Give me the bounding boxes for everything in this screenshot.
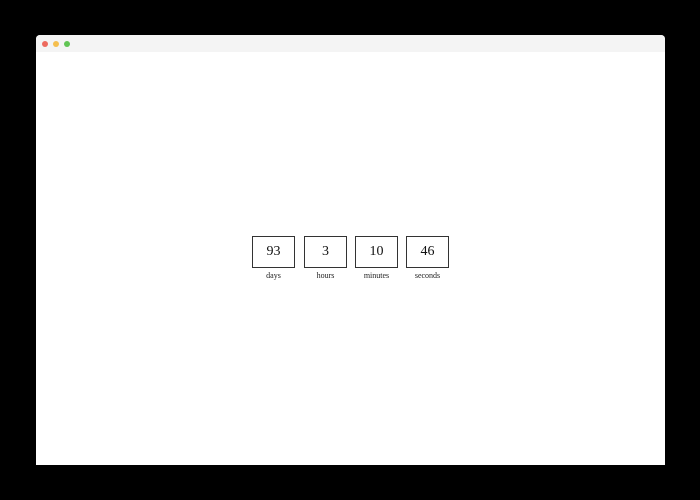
countdown-seconds: 46 seconds [406,236,449,286]
countdown-minutes-value: 10 [355,236,398,268]
window-titlebar [36,35,665,52]
countdown-timer: 93 days 3 hours 10 minutes 46 seconds [252,236,450,286]
countdown-hours-value: 3 [304,236,347,268]
close-window-button[interactable] [42,41,48,47]
countdown-seconds-label: seconds [414,271,441,280]
countdown-seconds-value: 46 [406,236,449,268]
countdown-days: 93 days [252,236,295,286]
browser-window: 93 days 3 hours 10 minutes 46 seconds [36,35,665,465]
countdown-days-value: 93 [252,236,295,268]
minimize-window-button[interactable] [53,41,59,47]
countdown-hours: 3 hours [304,236,347,286]
zoom-window-button[interactable] [64,41,70,47]
countdown-minutes: 10 minutes [355,236,398,286]
page-content: 93 days 3 hours 10 minutes 46 seconds [36,52,665,465]
